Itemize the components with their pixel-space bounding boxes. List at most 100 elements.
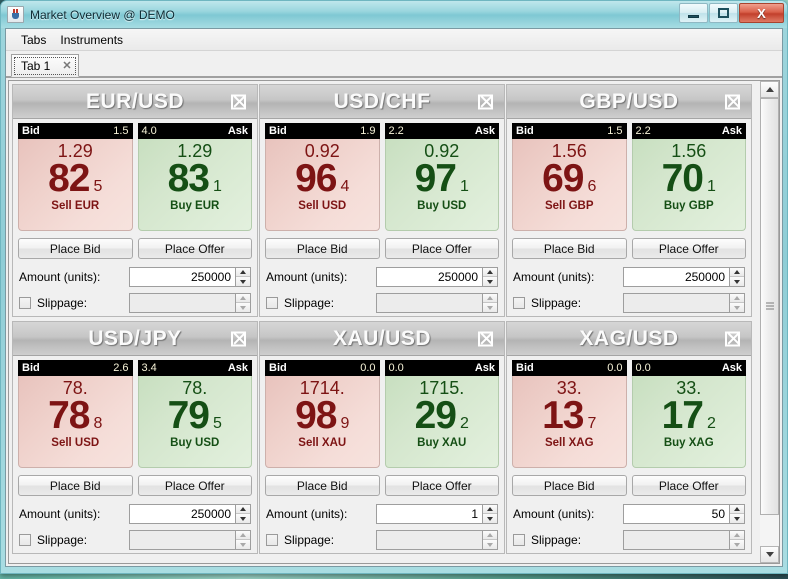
- place-bid-button[interactable]: Place Bid: [512, 238, 627, 259]
- slippage-checkbox[interactable]: [19, 297, 31, 309]
- slippage-stepper[interactable]: [623, 293, 745, 313]
- amount-decrement-button[interactable]: [236, 514, 250, 523]
- bid-body[interactable]: 33. 13 7 Sell XAG: [512, 376, 627, 468]
- place-offer-button[interactable]: Place Offer: [384, 475, 499, 496]
- ask-quote[interactable]: 0.0 Ask 1715. 29 2 Buy XAU: [384, 360, 499, 468]
- slippage-input[interactable]: [376, 530, 482, 550]
- slippage-checkbox[interactable]: [266, 297, 278, 309]
- ask-body[interactable]: 1715. 29 2 Buy XAU: [384, 376, 499, 468]
- bid-body[interactable]: 1.29 82 5 Sell EUR: [18, 139, 133, 231]
- bid-quote[interactable]: Bid 0.0 33. 13 7 Sell XAG: [512, 360, 627, 468]
- slippage-decrement-button[interactable]: [730, 540, 744, 549]
- maximize-button[interactable]: [709, 3, 738, 23]
- slippage-checkbox[interactable]: [19, 534, 31, 546]
- amount-input[interactable]: 250000: [623, 267, 729, 287]
- amount-increment-button[interactable]: [483, 505, 497, 514]
- slippage-decrement-button[interactable]: [483, 540, 497, 549]
- slippage-decrement-button[interactable]: [236, 540, 250, 549]
- slippage-stepper[interactable]: [376, 530, 498, 550]
- minimize-button[interactable]: [679, 3, 708, 23]
- bid-body[interactable]: 1714. 98 9 Sell XAU: [265, 376, 380, 468]
- bid-body[interactable]: 0.92 96 4 Sell USD: [265, 139, 380, 231]
- ask-body[interactable]: 1.29 83 1 Buy EUR: [137, 139, 252, 231]
- scrollbar-thumb[interactable]: [760, 98, 779, 515]
- bid-quote[interactable]: Bid 1.5 1.56 69 6 Sell GBP: [512, 123, 627, 231]
- amount-stepper[interactable]: 1: [376, 504, 498, 524]
- amount-increment-button[interactable]: [236, 268, 250, 277]
- amount-stepper[interactable]: 250000: [623, 267, 745, 287]
- bid-body[interactable]: 1.56 69 6 Sell GBP: [512, 139, 627, 231]
- amount-decrement-button[interactable]: [730, 514, 744, 523]
- place-bid-button[interactable]: Place Bid: [265, 475, 380, 496]
- amount-decrement-button[interactable]: [236, 277, 250, 286]
- close-panel-button[interactable]: [725, 94, 740, 109]
- slippage-increment-button[interactable]: [483, 531, 497, 540]
- place-offer-button[interactable]: Place Offer: [631, 238, 746, 259]
- slippage-stepper[interactable]: [623, 530, 745, 550]
- close-panel-button[interactable]: [478, 94, 493, 109]
- scrollbar-track[interactable]: [760, 98, 779, 546]
- amount-decrement-button[interactable]: [483, 514, 497, 523]
- amount-input[interactable]: 250000: [376, 267, 482, 287]
- bid-quote[interactable]: Bid 1.5 1.29 82 5 Sell EUR: [18, 123, 133, 231]
- slippage-input[interactable]: [623, 293, 729, 313]
- amount-increment-button[interactable]: [730, 268, 744, 277]
- place-bid-button[interactable]: Place Bid: [512, 475, 627, 496]
- slippage-decrement-button[interactable]: [236, 303, 250, 312]
- slippage-checkbox[interactable]: [513, 297, 525, 309]
- slippage-increment-button[interactable]: [483, 294, 497, 303]
- vertical-scrollbar[interactable]: [760, 80, 780, 564]
- slippage-increment-button[interactable]: [730, 294, 744, 303]
- close-panel-button[interactable]: [478, 331, 493, 346]
- ask-body[interactable]: 1.56 70 1 Buy GBP: [631, 139, 746, 231]
- ask-quote[interactable]: 3.4 Ask 78. 79 5 Buy USD: [137, 360, 252, 468]
- amount-stepper[interactable]: 250000: [129, 504, 251, 524]
- close-window-button[interactable]: X: [739, 3, 784, 23]
- slippage-stepper[interactable]: [129, 530, 251, 550]
- amount-input[interactable]: 50: [623, 504, 729, 524]
- menu-instruments[interactable]: Instruments: [53, 31, 130, 49]
- amount-input[interactable]: 250000: [129, 267, 235, 287]
- ask-quote[interactable]: 2.2 Ask 0.92 97 1 Buy USD: [384, 123, 499, 231]
- slippage-increment-button[interactable]: [236, 294, 250, 303]
- scroll-up-button[interactable]: [760, 81, 779, 98]
- slippage-decrement-button[interactable]: [730, 303, 744, 312]
- slippage-increment-button[interactable]: [730, 531, 744, 540]
- place-offer-button[interactable]: Place Offer: [384, 238, 499, 259]
- close-panel-button[interactable]: [231, 331, 246, 346]
- place-bid-button[interactable]: Place Bid: [18, 475, 133, 496]
- place-offer-button[interactable]: Place Offer: [631, 475, 746, 496]
- amount-stepper[interactable]: 250000: [376, 267, 498, 287]
- place-offer-button[interactable]: Place Offer: [137, 475, 252, 496]
- slippage-input[interactable]: [129, 293, 235, 313]
- menu-tabs[interactable]: Tabs: [14, 31, 53, 49]
- tab-close-icon[interactable]: ✕: [62, 59, 71, 72]
- amount-stepper[interactable]: 50: [623, 504, 745, 524]
- place-bid-button[interactable]: Place Bid: [265, 238, 380, 259]
- slippage-input[interactable]: [623, 530, 729, 550]
- slippage-checkbox[interactable]: [266, 534, 278, 546]
- slippage-decrement-button[interactable]: [483, 303, 497, 312]
- amount-input[interactable]: 250000: [129, 504, 235, 524]
- ask-body[interactable]: 78. 79 5 Buy USD: [137, 376, 252, 468]
- amount-increment-button[interactable]: [236, 505, 250, 514]
- bid-quote[interactable]: Bid 2.6 78. 78 8 Sell USD: [18, 360, 133, 468]
- slippage-increment-button[interactable]: [236, 531, 250, 540]
- bid-quote[interactable]: Bid 0.0 1714. 98 9 Sell XAU: [265, 360, 380, 468]
- amount-increment-button[interactable]: [483, 268, 497, 277]
- amount-decrement-button[interactable]: [483, 277, 497, 286]
- ask-body[interactable]: 0.92 97 1 Buy USD: [384, 139, 499, 231]
- place-offer-button[interactable]: Place Offer: [137, 238, 252, 259]
- slippage-input[interactable]: [129, 530, 235, 550]
- amount-stepper[interactable]: 250000: [129, 267, 251, 287]
- tab-1[interactable]: Tab 1 ✕: [11, 54, 79, 77]
- ask-body[interactable]: 33. 17 2 Buy XAG: [631, 376, 746, 468]
- ask-quote[interactable]: 4.0 Ask 1.29 83 1 Buy EUR: [137, 123, 252, 231]
- amount-decrement-button[interactable]: [730, 277, 744, 286]
- ask-quote[interactable]: 0.0 Ask 33. 17 2 Buy XAG: [631, 360, 746, 468]
- scroll-down-button[interactable]: [760, 546, 779, 563]
- ask-quote[interactable]: 2.2 Ask 1.56 70 1 Buy GBP: [631, 123, 746, 231]
- amount-increment-button[interactable]: [730, 505, 744, 514]
- place-bid-button[interactable]: Place Bid: [18, 238, 133, 259]
- slippage-checkbox[interactable]: [513, 534, 525, 546]
